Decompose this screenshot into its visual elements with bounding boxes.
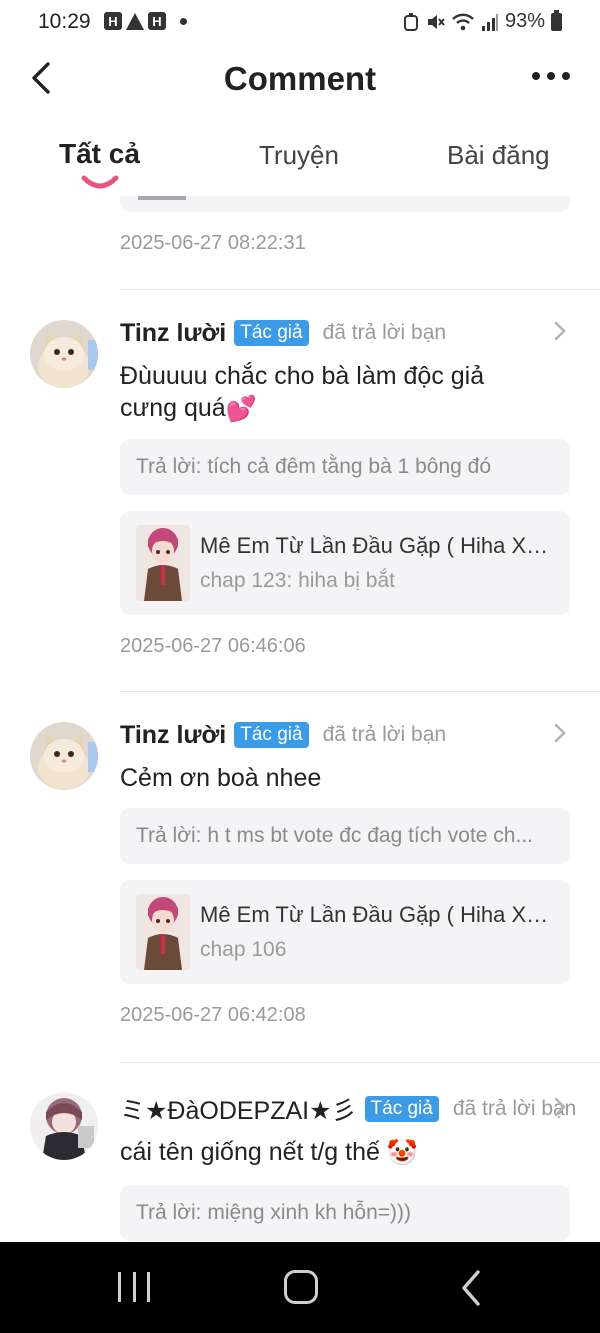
username[interactable]: ミ★ĐàODEPZAI★彡 — [120, 1091, 357, 1127]
page-title: Comment — [223, 60, 377, 97]
tab-all[interactable]: Tất cả — [59, 138, 140, 170]
author-badge: Tác giả — [364, 1096, 439, 1122]
comment-timestamp: 2025-06-27 08:22:31 — [120, 232, 306, 254]
comment-text: cái tên giống nết t/g thế 🤡 — [120, 1138, 419, 1168]
status-time: 10:29 — [38, 10, 91, 33]
two-hearts-emoji: 💕 — [225, 395, 257, 424]
action-text: đã trả lời bạn — [322, 321, 447, 344]
comment-item[interactable]: Tinz lười Tác giả đã trả lời bạn Cẻm ơn … — [0, 718, 600, 1038]
signal-icon — [481, 13, 498, 31]
comment-text: Đùuuuu chắc cho bà làm độc giả cưng quá💕 — [120, 362, 485, 424]
tab-stories[interactable]: Truyện — [259, 140, 339, 171]
story-card[interactable]: Mê Em Từ Lần Đầu Gặp ( Hiha X ... chap 1… — [120, 511, 570, 615]
app-notification-icon: H — [148, 12, 166, 30]
home-icon[interactable] — [284, 1270, 318, 1304]
chevron-right-icon[interactable] — [550, 318, 570, 344]
app-header: Comment — [0, 48, 600, 112]
story-chapter: chap 123: hiha bị bắt — [200, 569, 395, 592]
clown-emoji: 🤡 — [386, 1139, 419, 1168]
author-badge: Tác giả — [234, 722, 309, 748]
story-title: Mê Em Từ Lần Đầu Gặp ( Hiha X ... — [200, 902, 550, 927]
avatar[interactable] — [30, 722, 98, 790]
story-cover-image — [136, 894, 190, 970]
comment-text: Cẻm ơn boà nhee — [120, 764, 322, 792]
battery-icon — [551, 9, 562, 31]
username[interactable]: Tinz lười — [120, 721, 226, 750]
story-cover-image — [136, 525, 190, 601]
username[interactable]: Tinz lười — [120, 319, 226, 348]
app-notification-icon: H — [104, 12, 122, 30]
status-bar: 10:29 H H 93% — [0, 0, 600, 46]
warning-icon — [126, 12, 144, 30]
tab-posts[interactable]: Bài đăng — [447, 140, 550, 171]
avatar[interactable] — [30, 1092, 98, 1160]
author-badge: Tác giả — [234, 320, 309, 346]
chevron-right-icon[interactable] — [550, 1094, 570, 1120]
story-card-partial[interactable] — [120, 196, 570, 212]
recent-apps-icon[interactable] — [118, 1272, 150, 1302]
system-icons: 93% — [403, 9, 562, 33]
comment-header: ミ★ĐàODEPZAI★彡 Tác giả đã trả lời bạn — [120, 1092, 576, 1126]
comment-header: Tinz lười Tác giả đã trả lời bạn — [120, 718, 446, 752]
divider — [120, 289, 600, 290]
story-chapter: chap 106 — [200, 938, 287, 961]
battery-percent: 93% — [504, 10, 545, 32]
active-tab-indicator — [81, 175, 119, 189]
comment-timestamp: 2025-06-27 06:42:08 — [120, 1004, 306, 1026]
back-icon[interactable] — [456, 1268, 486, 1308]
story-title: Mê Em Từ Lần Đầu Gặp ( Hiha X ... — [200, 533, 550, 558]
alarm-icon — [403, 12, 418, 31]
tab-bar: Tất cả Truyện Bài đăng — [0, 130, 600, 200]
divider — [120, 1062, 600, 1063]
mute-icon — [427, 14, 445, 29]
comment-timestamp: 2025-06-27 06:46:06 — [120, 635, 306, 657]
notification-icons: H H — [104, 12, 187, 30]
more-notifications-icon — [180, 17, 187, 25]
more-options-icon[interactable] — [532, 72, 570, 80]
comment-header: Tinz lười Tác giả đã trả lời bạn — [120, 316, 446, 350]
divider — [120, 691, 600, 692]
action-text: đã trả lời bạn — [322, 723, 447, 746]
story-card[interactable]: Mê Em Từ Lần Đầu Gặp ( Hiha X ... chap 1… — [120, 880, 570, 984]
comment-item[interactable]: Tinz lười Tác giả đã trả lời bạn Đùuuuu … — [0, 316, 600, 676]
chevron-right-icon[interactable] — [550, 720, 570, 746]
wifi-icon — [452, 13, 474, 30]
avatar[interactable] — [30, 320, 98, 388]
system-navigation-bar — [0, 1242, 600, 1333]
reply-quote[interactable]: Trả lời: miệng xinh kh hỗn=))) — [120, 1185, 570, 1241]
reply-quote[interactable]: Trả lời: h t ms bt vote đc đag tích vote… — [120, 808, 570, 864]
comment-feed[interactable]: 2025-06-27 08:22:31 Tinz lười Tác giả đã… — [0, 196, 600, 1242]
reply-quote[interactable]: Trả lời: tích cả đêm tằng bà 1 bông đó — [120, 439, 570, 495]
comment-item[interactable]: ミ★ĐàODEPZAI★彡 Tác giả đã trả lời bạn cái… — [0, 1092, 600, 1242]
